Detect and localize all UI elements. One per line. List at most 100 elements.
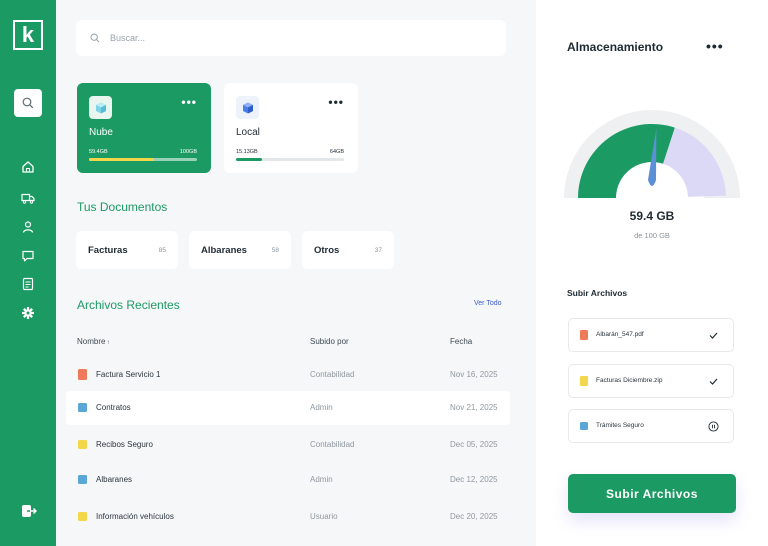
cloud-cube-icon: [89, 96, 112, 119]
table-row[interactable]: Albaranes Admin Dec 12, 2025: [66, 463, 510, 497]
storage-panel-menu-button[interactable]: •••: [706, 38, 724, 54]
search-icon: [90, 33, 100, 43]
column-header-name[interactable]: Nombre↑: [77, 337, 109, 346]
tab-facturas[interactable]: Facturas 85: [76, 231, 178, 269]
card-menu-button[interactable]: •••: [181, 95, 197, 109]
file-uploaded-by: Contabilidad: [310, 370, 355, 379]
logout-icon: [22, 505, 37, 517]
card-total: 64GB: [329, 149, 344, 155]
see-all-link[interactable]: Ver Todo: [474, 300, 502, 307]
card-progress-fill: [89, 158, 154, 161]
file-date: Nov 16, 2025: [450, 370, 498, 379]
logout-button[interactable]: [20, 502, 38, 520]
folder-icon: [580, 422, 588, 430]
card-progress-bar: [89, 158, 197, 161]
chat-icon: [22, 250, 34, 262]
file-uploaded-by: Admin: [310, 403, 333, 412]
tab-label: Facturas: [88, 244, 128, 256]
file-date: Dec 05, 2025: [450, 440, 498, 449]
card-total: 100GB: [179, 149, 197, 155]
file-date: Nov 21, 2025: [450, 403, 498, 412]
app-logo[interactable]: k: [13, 20, 43, 50]
storage-card-nube[interactable]: ••• Nube 59.4GB 100GB: [77, 83, 211, 173]
tab-count: 37: [374, 246, 382, 254]
storage-panel-title: Almacenamiento: [567, 40, 664, 54]
uploads-title: Subir Archivos: [567, 288, 628, 298]
tab-albaranes[interactable]: Albaranes 58: [189, 231, 291, 269]
upload-file-name: Albarán_547.pdf: [596, 331, 644, 338]
file-uploaded-by: Usuario: [310, 512, 338, 521]
gear-icon: [22, 307, 34, 319]
pdf-file-icon: [580, 330, 588, 340]
sidebar-item-home[interactable]: [20, 159, 36, 175]
pdf-file-icon: [78, 369, 87, 380]
card-title: Local: [236, 127, 260, 138]
sort-arrow-icon: ↑: [106, 340, 110, 346]
pause-icon[interactable]: [707, 420, 719, 432]
sidebar-item-delivery[interactable]: [20, 190, 36, 206]
folder-icon: [78, 440, 87, 449]
sidebar-item-settings[interactable]: [20, 305, 36, 321]
search-icon: [22, 97, 34, 109]
file-name: Contratos: [96, 403, 131, 412]
file-uploaded-by: Contabilidad: [310, 440, 355, 449]
search-input[interactable]: [110, 33, 490, 43]
sidebar: k: [0, 0, 56, 546]
file-date: Dec 12, 2025: [450, 475, 498, 484]
tab-count: 85: [158, 246, 166, 254]
card-menu-button[interactable]: •••: [328, 95, 344, 109]
recent-title: Archivos Recientes: [77, 298, 180, 312]
card-used: 59.4GB: [89, 149, 108, 155]
card-progress-fill: [236, 158, 262, 161]
upload-file-name: Facturas Diciembre.zip: [596, 377, 663, 384]
column-header-uploaded-by[interactable]: Subido por: [310, 337, 349, 346]
table-row[interactable]: Información vehículos Usuario Dec 20, 20…: [66, 500, 510, 534]
user-icon: [22, 221, 34, 233]
card-used: 15.13GB: [236, 149, 258, 155]
file-name: Factura Servicio 1: [96, 370, 161, 379]
search-bar: [76, 20, 506, 56]
gauge-remaining-arc: [663, 127, 726, 197]
table-row[interactable]: Factura Servicio 1 Contabilidad Nov 16, …: [66, 358, 510, 392]
documents-title: Tus Documentos: [77, 200, 168, 214]
logo-letter: k: [21, 22, 35, 47]
folder-icon: [78, 403, 87, 412]
table-row[interactable]: Recibos Seguro Contabilidad Dec 05, 2025: [66, 428, 510, 462]
sidebar-search-button[interactable]: [14, 89, 42, 117]
upload-item[interactable]: Trámites Seguro: [568, 409, 734, 443]
storage-total-label: de 100 GB: [634, 231, 670, 240]
file-name: Información vehículos: [96, 512, 174, 521]
truck-icon: [21, 193, 35, 204]
tab-label: Albaranes: [201, 244, 247, 256]
sidebar-item-reports[interactable]: [20, 276, 36, 292]
check-icon: [707, 375, 719, 387]
card-progress-bar: [236, 158, 344, 161]
file-date: Dec 20, 2025: [450, 512, 498, 521]
zip-file-icon: [580, 376, 588, 386]
upload-item[interactable]: Facturas Diciembre.zip: [568, 364, 734, 398]
table-row[interactable]: Contratos Admin Nov 21, 2025: [66, 391, 510, 425]
tab-count: 58: [271, 246, 279, 254]
storage-used-value: 59.4 GB: [629, 209, 675, 223]
tab-label: Otros: [314, 244, 340, 256]
sidebar-item-users[interactable]: [20, 219, 36, 235]
check-icon: [707, 329, 719, 341]
upload-files-button[interactable]: Subir Archivos: [568, 474, 736, 513]
header-label: Nombre: [77, 337, 106, 346]
file-name: Albaranes: [96, 475, 133, 484]
folder-icon: [78, 475, 87, 484]
storage-card-local[interactable]: ••• Local 15.13GB 64GB: [224, 83, 358, 173]
storage-gauge: [564, 110, 740, 198]
home-icon: [22, 161, 34, 173]
storage-panel: Almacenamiento ••• 59.4 GB de 100 GB Sub…: [536, 0, 768, 546]
upload-item[interactable]: Albarán_547.pdf: [568, 318, 734, 352]
file-name: Recibos Seguro: [96, 440, 153, 449]
sidebar-item-messages[interactable]: [20, 248, 36, 264]
file-uploaded-by: Admin: [310, 475, 333, 484]
folder-icon: [78, 512, 87, 521]
report-icon: [22, 277, 34, 291]
upload-file-name: Trámites Seguro: [596, 422, 644, 429]
column-header-date[interactable]: Fecha: [450, 337, 472, 346]
local-cube-icon: [236, 96, 259, 119]
tab-otros[interactable]: Otros 37: [302, 231, 394, 269]
